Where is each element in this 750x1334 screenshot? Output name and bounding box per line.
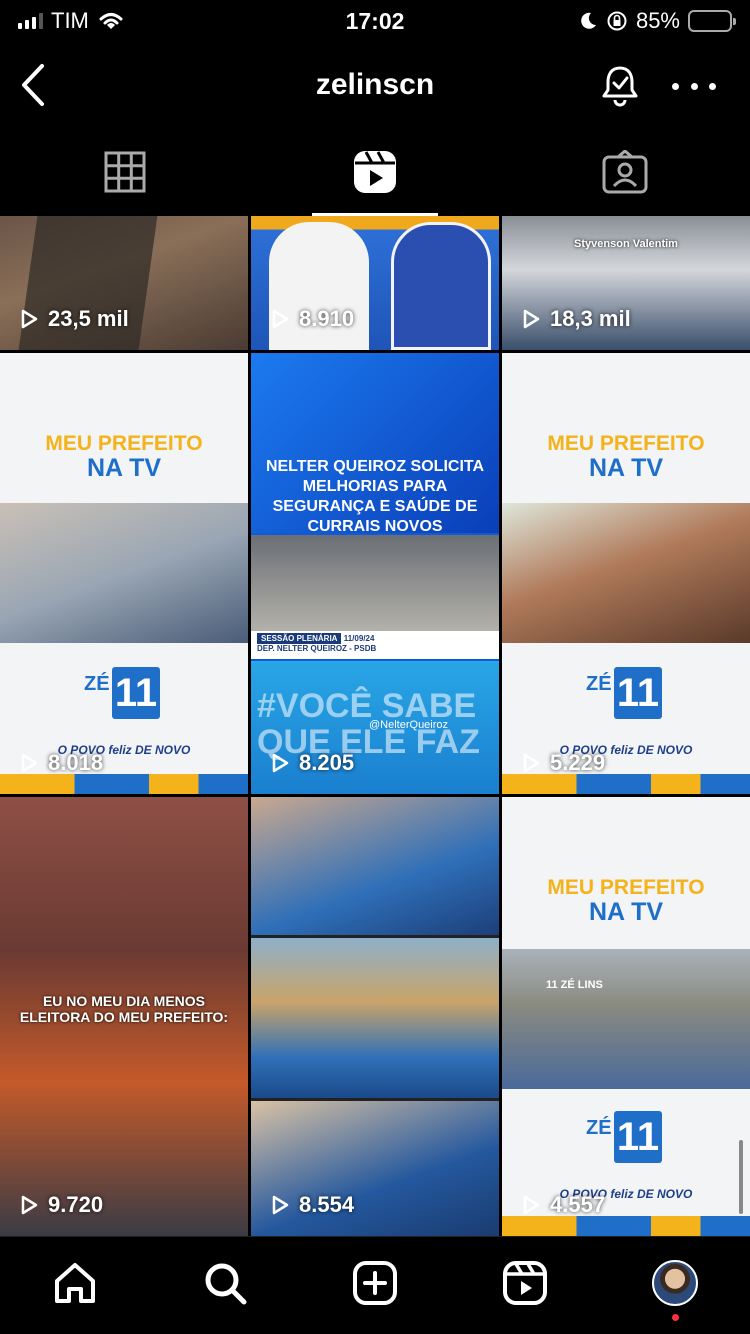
lower-third-date: 11/09/24 (343, 634, 375, 643)
view-count: 8.018 (18, 750, 103, 776)
play-icon (523, 309, 540, 329)
play-icon (272, 753, 289, 773)
view-count: 8.205 (269, 750, 354, 776)
nav-profile[interactable] (645, 1253, 705, 1321)
lower-third-name: DEP. NELTER QUEIROZ - PSDB (257, 644, 377, 653)
notification-bell-icon[interactable] (596, 62, 644, 110)
play-icon (21, 1195, 38, 1215)
wifi-icon (99, 13, 123, 29)
view-count: 5.229 (520, 750, 605, 776)
battery-icon (688, 10, 736, 32)
signal-icon (18, 13, 43, 29)
profile-avatar (652, 1259, 698, 1306)
profile-header: zelinscn (0, 42, 750, 128)
reel-tile[interactable]: MEU PREFEITO NA TV 11 ZÉ LINS ZÉ 11 O PO… (502, 797, 750, 1236)
view-count: 8.554 (269, 1192, 354, 1218)
campaign-logo: ZÉ 11 (84, 665, 164, 723)
view-count: 9.720 (18, 1192, 103, 1218)
create-icon (353, 1260, 397, 1305)
home-icon (55, 1262, 95, 1303)
reel-handle: @NelterQueiroz (369, 719, 449, 731)
back-arrow-icon[interactable] (14, 60, 54, 110)
status-bar: TIM 17:02 85% (0, 0, 750, 42)
reel-tile[interactable]: 8.910 (251, 216, 499, 350)
play-icon (523, 753, 540, 773)
rotation-lock-icon (607, 11, 627, 31)
view-count: 4.557 (520, 1192, 605, 1218)
reel-tile[interactable]: MEU PREFEITO NA TV ZÉ 11 O POVO feliz DE… (502, 353, 750, 794)
video-tag: 11 ZÉ LINS (546, 979, 603, 991)
play-icon (272, 309, 289, 329)
play-icon (21, 309, 38, 329)
grid-icon (104, 151, 146, 193)
carrier-label: TIM (51, 8, 89, 33)
play-icon (272, 1195, 289, 1215)
tab-tagged[interactable] (500, 128, 750, 216)
reel-photo (502, 503, 750, 643)
reel-headline: NELTER QUEIROZ SOLICITA MELHORIAS PARA S… (265, 458, 485, 535)
clock: 17:02 (345, 7, 405, 34)
play-icon (523, 1195, 540, 1215)
reel-tile[interactable]: MEU PREFEITO NA TV ZÉ 11 O POVO feliz DE… (0, 353, 248, 794)
reel-tile[interactable]: Styvenson Valentim 18,3 mil (502, 216, 750, 350)
scrollbar[interactable] (739, 1140, 743, 1214)
nav-home[interactable] (45, 1253, 105, 1313)
tab-grid[interactable] (0, 128, 250, 216)
reel-caption: EU NO MEU DIA MENOS ELEITORA DO MEU PREF… (19, 993, 229, 1025)
reels-grid: 23,5 mil 8.910 Styvenson Valentim 18,3 m… (0, 216, 750, 1236)
search-icon (205, 1263, 247, 1304)
reel-title: MEU PREFEITO NA TV (45, 432, 203, 483)
reel-tile[interactable]: 8.554 (251, 797, 499, 1236)
view-count: 8.910 (269, 306, 354, 332)
tab-reels[interactable] (250, 128, 500, 216)
lower-third-label: SESSÃO PLENÁRIA (257, 633, 342, 644)
campaign-logo: ZÉ 11 (586, 665, 666, 723)
reel-photo: 11 ZÉ LINS (502, 949, 750, 1089)
play-icon (21, 753, 38, 773)
reels-icon (503, 1260, 547, 1305)
bottom-navigation (0, 1236, 750, 1334)
tagged-icon (602, 150, 648, 194)
reel-overlay-text: Styvenson Valentim (574, 238, 678, 250)
campaign-logo: ZÉ 11 (586, 1109, 666, 1167)
view-count: 18,3 mil (520, 306, 631, 332)
reel-tile[interactable]: NELTER QUEIROZ SOLICITA MELHORIAS PARA S… (251, 353, 499, 794)
battery-percent: 85% (635, 8, 680, 33)
reels-icon (354, 151, 396, 193)
nav-create[interactable] (345, 1253, 405, 1313)
nav-search[interactable] (195, 1253, 255, 1313)
reel-title: MEU PREFEITO NA TV (547, 432, 705, 483)
view-count: 23,5 mil (18, 306, 129, 332)
more-options-icon[interactable] (672, 64, 716, 108)
reel-tile[interactable]: EU NO MEU DIA MENOS ELEITORA DO MEU PREF… (0, 797, 248, 1236)
notification-dot (672, 1313, 679, 1321)
moon-icon (581, 12, 596, 29)
reel-title: MEU PREFEITO NA TV (547, 876, 705, 927)
nav-reels[interactable] (495, 1253, 555, 1313)
profile-tabs (0, 128, 750, 216)
reel-photo (0, 503, 248, 643)
reel-tile[interactable]: 23,5 mil (0, 216, 248, 350)
